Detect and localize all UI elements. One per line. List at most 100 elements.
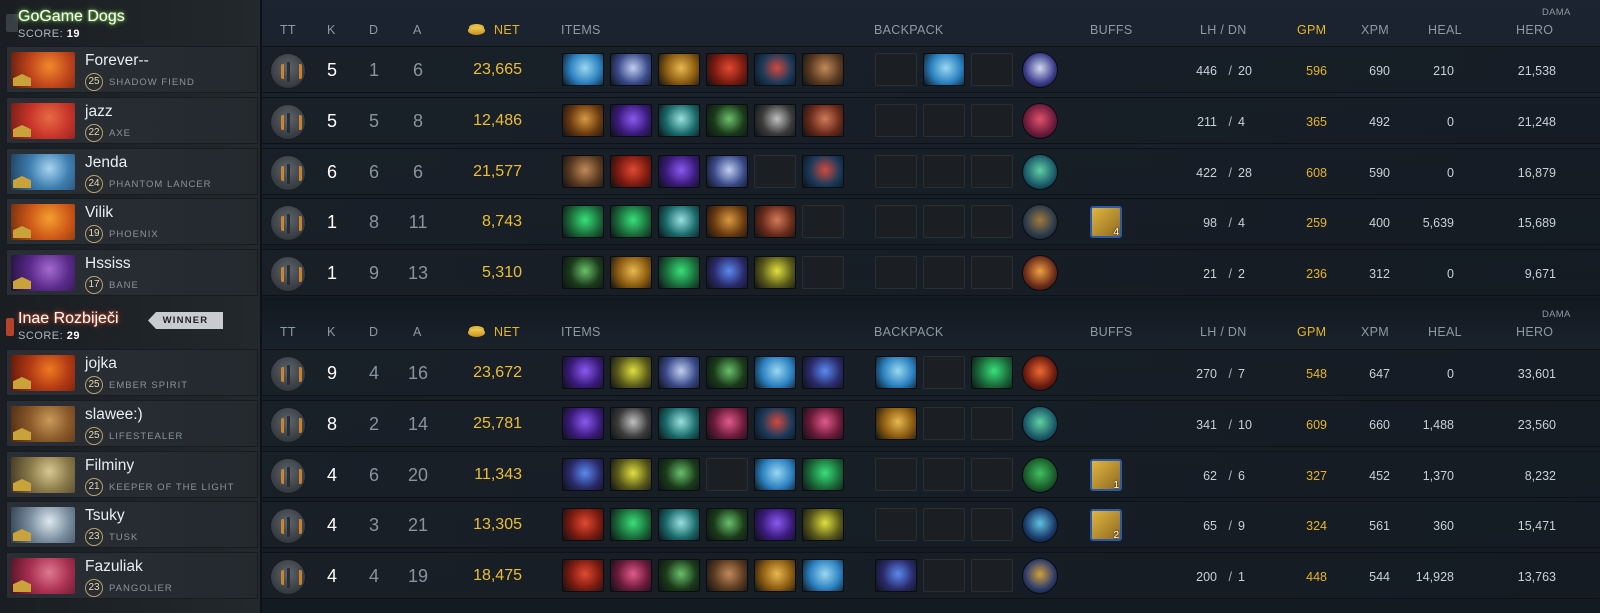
column-header-hero[interactable]: HERO <box>1516 23 1553 37</box>
column-header-net[interactable]: NET <box>494 325 520 339</box>
item-icon[interactable] <box>706 155 748 188</box>
item-icon[interactable] <box>706 356 748 389</box>
item-icon[interactable] <box>802 356 844 389</box>
talent-tree-icon[interactable] <box>270 508 306 544</box>
item-icon[interactable] <box>802 559 844 592</box>
player-name[interactable]: Fazuliak <box>85 558 143 576</box>
player-card[interactable]: Vilik 19 PHOENIX <box>6 198 258 245</box>
neutral-item-icon[interactable] <box>1022 507 1058 543</box>
player-name[interactable]: Vilik <box>85 204 113 222</box>
item-icon[interactable] <box>802 104 844 137</box>
player-card[interactable]: jazz 22 AXE <box>6 97 258 144</box>
item-icon[interactable] <box>706 104 748 137</box>
item-icon[interactable] <box>706 256 748 289</box>
player-name[interactable]: jojka <box>85 355 117 373</box>
talent-tree-icon[interactable] <box>270 155 306 191</box>
column-header-buffs[interactable]: BUFFS <box>1090 23 1132 37</box>
item-icon[interactable] <box>754 53 796 86</box>
item-icon[interactable] <box>658 559 700 592</box>
item-icon[interactable] <box>706 205 748 238</box>
item-icon[interactable] <box>562 407 604 440</box>
player-card[interactable]: Fazuliak 23 PANGOLIER <box>6 552 258 599</box>
player-name[interactable]: Tsuky <box>85 507 125 525</box>
item-icon[interactable] <box>562 256 604 289</box>
item-icon[interactable] <box>706 407 748 440</box>
player-name[interactable]: Hssiss <box>85 255 131 273</box>
item-icon[interactable] <box>562 205 604 238</box>
item-icon[interactable] <box>754 407 796 440</box>
player-name[interactable]: Filminy <box>85 457 134 475</box>
column-header-gpm[interactable]: GPM <box>1297 325 1326 339</box>
player-card[interactable]: slawee:) 25 LIFESTEALER <box>6 400 258 447</box>
column-header-net[interactable]: NET <box>494 23 520 37</box>
player-card[interactable]: Hssiss 17 BANE <box>6 249 258 296</box>
column-header-k[interactable]: K <box>327 325 336 339</box>
column-header-buffs[interactable]: BUFFS <box>1090 325 1132 339</box>
column-header-backpack[interactable]: BACKPACK <box>874 23 944 37</box>
player-name[interactable]: slawee:) <box>85 406 143 424</box>
item-icon[interactable] <box>610 407 652 440</box>
player-card[interactable]: Filminy 21 KEEPER OF THE LIGHT <box>6 451 258 498</box>
item-icon[interactable] <box>802 508 844 541</box>
talent-tree-icon[interactable] <box>270 407 306 443</box>
item-icon[interactable] <box>802 155 844 188</box>
item-icon[interactable] <box>562 53 604 86</box>
neutral-item-icon[interactable] <box>1022 103 1058 139</box>
talent-tree-icon[interactable] <box>270 53 306 89</box>
neutral-item-icon[interactable] <box>1022 255 1058 291</box>
item-icon[interactable] <box>658 205 700 238</box>
item-icon[interactable] <box>658 155 700 188</box>
backpack-item-icon[interactable] <box>875 407 917 440</box>
backpack-item-icon[interactable] <box>875 559 917 592</box>
item-icon[interactable] <box>610 104 652 137</box>
backpack-item-icon[interactable] <box>875 356 917 389</box>
neutral-item-icon[interactable] <box>1022 457 1058 493</box>
neutral-item-icon[interactable] <box>1022 406 1058 442</box>
player-card[interactable]: Forever-- 25 SHADOW FIEND <box>6 46 258 93</box>
buff-icon[interactable]: 4 <box>1090 206 1122 238</box>
neutral-item-icon[interactable] <box>1022 154 1058 190</box>
item-icon[interactable] <box>562 356 604 389</box>
backpack-item-icon[interactable] <box>971 356 1013 389</box>
column-header-heal[interactable]: HEAL <box>1428 325 1462 339</box>
item-icon[interactable] <box>754 559 796 592</box>
item-icon[interactable] <box>754 256 796 289</box>
item-icon[interactable] <box>802 458 844 491</box>
talent-tree-icon[interactable] <box>270 458 306 494</box>
item-icon[interactable] <box>610 458 652 491</box>
column-header-backpack[interactable]: BACKPACK <box>874 325 944 339</box>
item-icon[interactable] <box>658 53 700 86</box>
player-name[interactable]: jazz <box>85 103 113 121</box>
item-icon[interactable] <box>610 155 652 188</box>
item-icon[interactable] <box>706 508 748 541</box>
item-icon[interactable] <box>562 155 604 188</box>
column-header-lh-dn[interactable]: LH / DN <box>1200 23 1247 37</box>
item-icon[interactable] <box>754 205 796 238</box>
column-header-a[interactable]: A <box>413 325 422 339</box>
item-icon[interactable] <box>562 559 604 592</box>
buff-icon[interactable]: 2 <box>1090 509 1122 541</box>
item-icon[interactable] <box>754 508 796 541</box>
neutral-item-icon[interactable] <box>1022 52 1058 88</box>
talent-tree-icon[interactable] <box>270 559 306 595</box>
item-icon[interactable] <box>706 53 748 86</box>
column-header-tt[interactable]: TT <box>280 23 296 37</box>
column-header-lh-dn[interactable]: LH / DN <box>1200 325 1247 339</box>
column-header-a[interactable]: A <box>413 23 422 37</box>
item-icon[interactable] <box>802 407 844 440</box>
item-icon[interactable] <box>658 407 700 440</box>
item-icon[interactable] <box>562 458 604 491</box>
talent-tree-icon[interactable] <box>270 205 306 241</box>
neutral-item-icon[interactable] <box>1022 204 1058 240</box>
item-icon[interactable] <box>802 53 844 86</box>
column-header-xpm[interactable]: XPM <box>1361 325 1389 339</box>
column-header-items[interactable]: ITEMS <box>561 23 601 37</box>
neutral-item-icon[interactable] <box>1022 355 1058 391</box>
column-header-d[interactable]: D <box>369 23 378 37</box>
item-icon[interactable] <box>610 205 652 238</box>
item-icon[interactable] <box>610 256 652 289</box>
backpack-item-icon[interactable] <box>923 53 965 86</box>
column-header-tt[interactable]: TT <box>280 325 296 339</box>
player-card[interactable]: Tsuky 23 TUSK <box>6 501 258 548</box>
item-icon[interactable] <box>658 256 700 289</box>
